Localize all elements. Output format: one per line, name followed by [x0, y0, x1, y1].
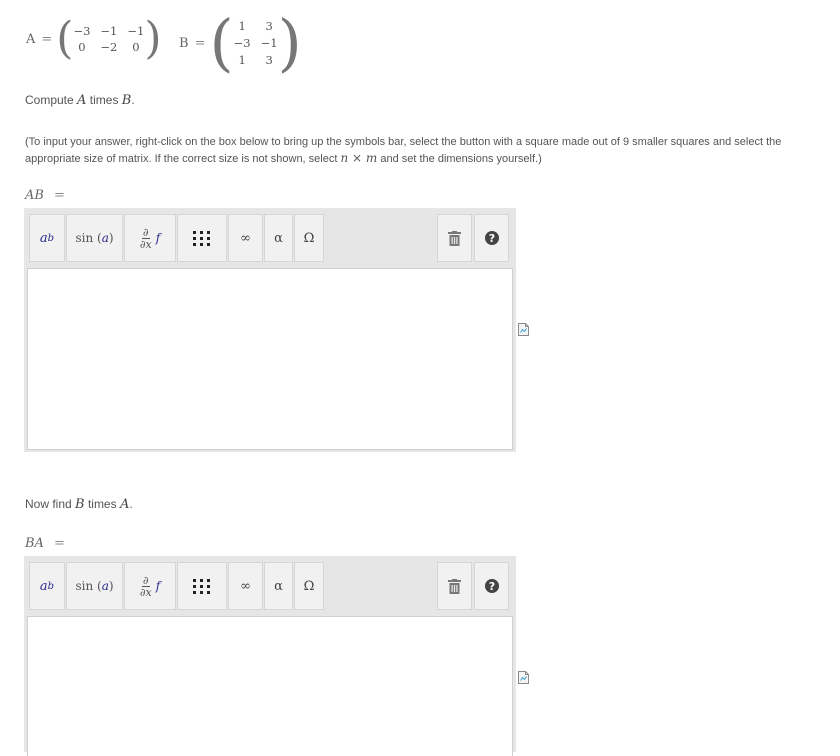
- trash-button[interactable]: [437, 562, 472, 610]
- matrix-b: B = ( 1 3 −3 −1 1 3 ): [179, 6, 302, 79]
- derivative-button[interactable]: ∂ ∂x f: [124, 214, 176, 262]
- matrix-button[interactable]: [177, 562, 227, 610]
- matrix-entry: −1: [100, 24, 118, 38]
- matrix-a: A = ( −3 −1 −1 0 −2 0 ): [26, 13, 162, 64]
- alpha-button[interactable]: α: [264, 562, 293, 610]
- trash-button[interactable]: [437, 214, 472, 262]
- symbols-toolbar: ab sin (a) ∂ ∂x f ∞ α Ω ?: [24, 556, 516, 616]
- instructions: (To input your answer, right-click on th…: [25, 136, 782, 165]
- infinity-button[interactable]: ∞: [228, 562, 263, 610]
- question-2: Now find B times A.: [25, 497, 133, 512]
- matrix-entry: 1: [238, 19, 246, 33]
- matrix-b-entries: 1 3 −3 −1 1 3: [234, 19, 278, 67]
- matrix-entry: 0: [132, 40, 140, 54]
- matrix-entry: 3: [265, 53, 273, 67]
- matrix-entry: −2: [100, 40, 118, 54]
- help-icon: ?: [484, 231, 499, 245]
- question-1: Compute A times B.: [25, 93, 135, 108]
- help-button[interactable]: ?: [474, 214, 509, 262]
- matrix-entry: 0: [78, 40, 86, 54]
- answer-1-editor: ab sin (a) ∂ ∂x f ∞ α Ω ?: [24, 208, 516, 452]
- trash-icon: [448, 578, 461, 594]
- matrix-a-name: A: [26, 31, 36, 47]
- trash-icon: [448, 230, 461, 246]
- matrix-entry: −3: [233, 36, 251, 50]
- matrix-entry: 1: [238, 53, 246, 67]
- function-button[interactable]: sin (a): [66, 214, 123, 262]
- answer-2-input[interactable]: [27, 616, 513, 756]
- svg-text:?: ?: [488, 580, 494, 593]
- matrix-entry: 3: [265, 19, 273, 33]
- superscript-button[interactable]: ab: [29, 562, 65, 610]
- matrix-entry: −1: [127, 24, 145, 38]
- answer-1-input[interactable]: [27, 268, 513, 450]
- omega-button[interactable]: Ω: [294, 562, 324, 610]
- document-icon[interactable]: [518, 671, 529, 684]
- answer-1-label: AB =: [25, 188, 65, 203]
- omega-button[interactable]: Ω: [294, 214, 324, 262]
- matrix-grid-icon: [193, 230, 211, 246]
- answer-2-editor: ab sin (a) ∂ ∂x f ∞ α Ω ?: [24, 556, 516, 756]
- document-icon[interactable]: [518, 323, 529, 336]
- help-button[interactable]: ?: [474, 562, 509, 610]
- derivative-button[interactable]: ∂ ∂x f: [124, 562, 176, 610]
- svg-text:?: ?: [488, 232, 494, 245]
- matrix-a-equals: =: [41, 31, 53, 47]
- infinity-button[interactable]: ∞: [228, 214, 263, 262]
- matrix-entry: −3: [73, 24, 91, 38]
- matrix-button[interactable]: [177, 214, 227, 262]
- matrix-b-name: B: [179, 35, 189, 51]
- matrix-grid-icon: [193, 578, 211, 594]
- symbols-toolbar: ab sin (a) ∂ ∂x f ∞ α Ω ?: [24, 208, 516, 268]
- matrix-b-equals: =: [194, 35, 206, 51]
- superscript-button[interactable]: ab: [29, 214, 65, 262]
- function-button[interactable]: sin (a): [66, 562, 123, 610]
- answer-2-label: BA =: [25, 536, 65, 551]
- matrix-entry: −1: [260, 36, 278, 50]
- matrix-a-entries: −3 −1 −1 0 −2 0: [73, 24, 144, 54]
- alpha-button[interactable]: α: [264, 214, 293, 262]
- help-icon: ?: [484, 579, 499, 593]
